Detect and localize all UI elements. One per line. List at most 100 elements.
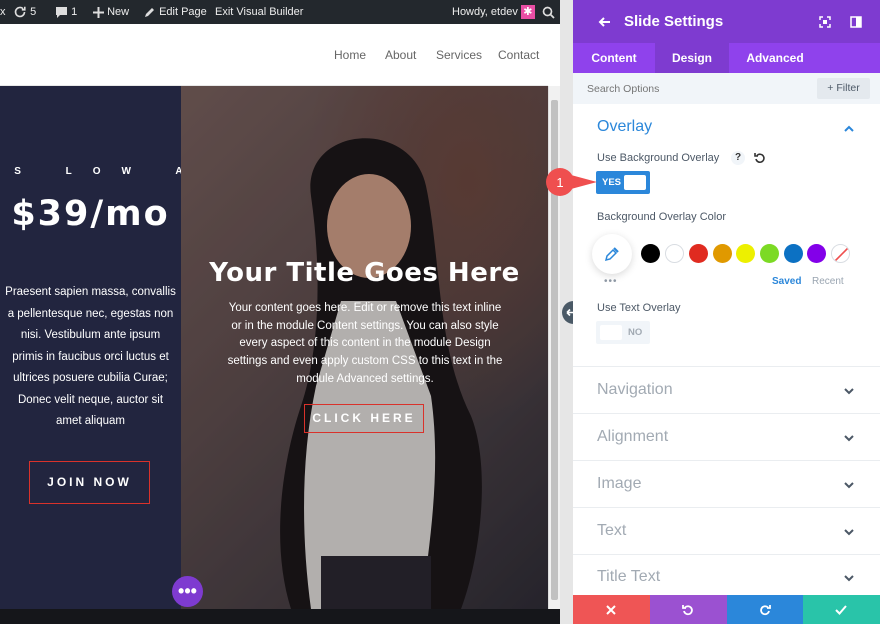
swatch-blue[interactable] (784, 244, 803, 263)
toggle-yes-label: YES (602, 177, 622, 188)
swatch-white[interactable] (665, 244, 684, 263)
edit-page-link[interactable]: Edit Page (144, 0, 207, 24)
exit-visual-builder-link[interactable]: Exit Visual Builder (215, 0, 303, 24)
back-arrow-icon[interactable] (598, 15, 612, 29)
tab-content[interactable]: Content (573, 43, 655, 73)
section-text-title[interactable]: Text (597, 522, 626, 540)
swatch-none[interactable] (831, 244, 850, 263)
tab-design[interactable]: Design (655, 43, 729, 73)
fullscreen-icon[interactable] (819, 16, 831, 28)
chevron-down-icon[interactable] (844, 527, 854, 537)
builder-options-button[interactable]: ••• (172, 576, 203, 607)
updates-count: 5 (30, 6, 37, 18)
use-bg-overlay-toggle[interactable]: YES (596, 171, 650, 194)
panel-title: Slide Settings (624, 13, 724, 30)
avatar: ✱ (520, 5, 535, 20)
pencil-icon (145, 8, 154, 18)
slide-content: Your content goes here. Edit or remove t… (227, 302, 503, 385)
search-row: + Filter (573, 73, 880, 104)
toggle-knob (600, 325, 622, 340)
nav-about[interactable]: About (385, 48, 416, 62)
nav-home[interactable]: Home (334, 48, 366, 62)
edit-page-label: Edit Page (159, 6, 207, 18)
pricing-body: Praesent sapien massa, convallis a pelle… (5, 286, 176, 427)
plus-icon (93, 6, 104, 18)
chevron-down-icon[interactable] (844, 573, 854, 583)
pricing-column: AS LOW AS $39/mo Praesent sapien massa, … (0, 86, 210, 609)
sidebar-toggle-icon[interactable] (850, 16, 862, 28)
reset-icon[interactable] (754, 152, 766, 164)
swatch-purple[interactable] (807, 244, 826, 263)
join-now-button[interactable]: JOIN NOW (29, 461, 150, 504)
saved-colors-tab[interactable]: Saved (772, 276, 801, 287)
nav-contact[interactable]: Contact (498, 48, 539, 62)
search-icon (542, 6, 555, 19)
nav-services[interactable]: Services (436, 48, 482, 62)
panel-tabs: Content Design Advanced (573, 43, 880, 73)
tab-advanced[interactable]: Advanced (729, 43, 821, 73)
section-navigation-title[interactable]: Navigation (597, 381, 673, 399)
callout-number: 1 (556, 175, 564, 190)
recent-colors-tab[interactable]: Recent (812, 276, 844, 287)
swatch-black[interactable] (641, 244, 660, 263)
search-link[interactable] (542, 0, 555, 24)
use-bg-overlay-label: Use Background Overlay (597, 152, 720, 164)
click-here-button[interactable]: CLICK HERE (304, 404, 424, 433)
no-color-icon (834, 247, 849, 262)
filter-label: Filter (836, 82, 860, 94)
section-alignment-title[interactable]: Alignment (597, 428, 668, 446)
color-picker-button[interactable] (592, 234, 632, 274)
account-link[interactable]: Howdy, etdev ✱ (452, 0, 535, 24)
undo-button[interactable] (650, 595, 727, 624)
close-icon (606, 605, 616, 615)
chevron-down-icon[interactable] (844, 433, 854, 443)
undo-icon (682, 605, 693, 616)
bg-overlay-color-label: Background Overlay Color (597, 211, 727, 223)
chevron-down-icon[interactable] (844, 386, 854, 396)
cancel-button[interactable] (573, 595, 650, 624)
section-title-text-title[interactable]: Title Text (597, 568, 660, 586)
filter-button[interactable]: + Filter (817, 78, 870, 99)
more-options-dots-icon[interactable]: ••• (604, 276, 618, 287)
settings-panel: Slide Settings Content Design Advanced +… (573, 0, 880, 624)
swatch-red[interactable] (689, 244, 708, 263)
swatch-yellow[interactable] (736, 244, 755, 263)
redo-icon (760, 605, 771, 616)
check-icon (835, 605, 847, 615)
new-link[interactable]: New (93, 0, 129, 24)
page-scrollbar[interactable] (548, 86, 560, 609)
callout-badge: 1 (545, 167, 597, 197)
chevron-down-icon[interactable] (844, 480, 854, 490)
section-image-title[interactable]: Image (597, 475, 641, 493)
pricing-price: $39/mo (11, 194, 170, 234)
redo-button[interactable] (727, 595, 803, 624)
comments-count: 1 (71, 6, 78, 18)
footer-strip (0, 609, 560, 624)
toggle-knob (624, 175, 646, 190)
chevron-up-icon[interactable] (844, 124, 854, 134)
section-divider (573, 507, 880, 508)
swatch-orange[interactable] (713, 244, 732, 263)
swatch-green[interactable] (760, 244, 779, 263)
save-button[interactable] (803, 595, 880, 624)
admin-bar: x 5 1 New Edit Page Exit Visual Builder … (0, 0, 573, 24)
slide-background-photo: Your Title Goes Here Your content goes h… (181, 86, 548, 609)
more-dots-icon: ••• (178, 581, 197, 601)
filter-plus-icon: + (827, 82, 834, 94)
greeting-text: Howdy, etdev (452, 6, 518, 18)
pricing-eyebrow: AS LOW AS (0, 166, 232, 177)
comments-link[interactable]: 1 (55, 0, 77, 24)
action-bar (573, 595, 880, 624)
site-header: Home About Services Contact (0, 24, 548, 86)
section-divider (573, 366, 880, 367)
updates-icon (14, 6, 26, 18)
comment-icon (56, 6, 67, 18)
overlay-section-title[interactable]: Overlay (597, 118, 652, 136)
use-text-overlay-toggle[interactable]: NO (596, 321, 650, 344)
section-divider (573, 460, 880, 461)
search-options-input[interactable] (587, 80, 787, 98)
admin-bar-edge-icon[interactable]: x (0, 0, 6, 24)
updates-link[interactable]: 5 (13, 0, 36, 24)
help-icon[interactable]: ? (731, 151, 745, 165)
slide-title: Your Title Goes Here (209, 258, 520, 288)
